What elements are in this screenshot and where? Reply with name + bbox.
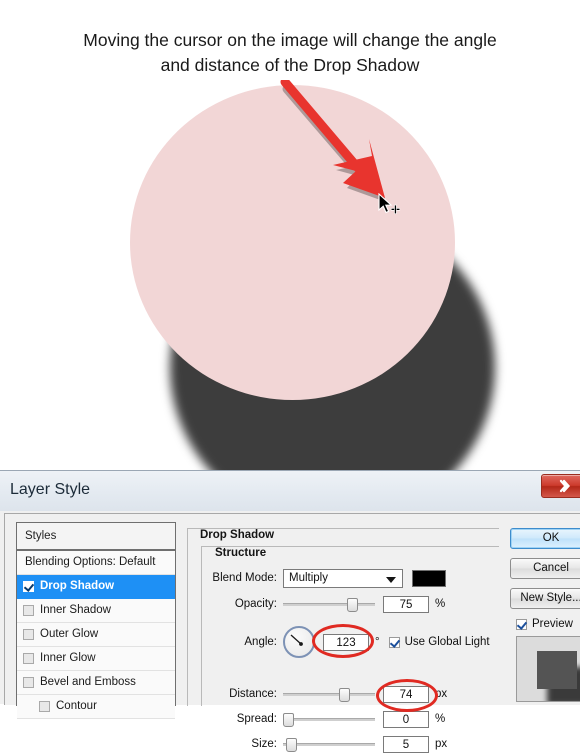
opacity-row: Opacity: 75 % bbox=[195, 594, 445, 614]
slider-track bbox=[283, 718, 375, 721]
shadow-color-swatch[interactable] bbox=[412, 569, 446, 587]
checkbox-preview[interactable] bbox=[516, 618, 527, 630]
blend-mode-select[interactable]: Multiply bbox=[283, 568, 403, 588]
slider-thumb[interactable] bbox=[283, 713, 294, 727]
move-cursor-icon bbox=[378, 193, 401, 215]
opacity-unit: % bbox=[435, 598, 446, 610]
caption-line-1: Moving the cursor on the image will chan… bbox=[83, 30, 497, 50]
use-global-light-label: Use Global Light bbox=[404, 636, 490, 648]
dialog-buttons: OK Cancel New Style... Preview bbox=[510, 528, 580, 702]
angle-label: Angle: bbox=[244, 636, 277, 648]
checkbox-inner-shadow[interactable] bbox=[23, 605, 34, 616]
new-style-button[interactable]: New Style... bbox=[510, 588, 580, 609]
checkbox-inner-glow[interactable] bbox=[23, 653, 34, 664]
slider-thumb[interactable] bbox=[347, 598, 358, 612]
dialog-title: Layer Style bbox=[10, 481, 91, 498]
spread-label: Spread: bbox=[236, 713, 277, 725]
spread-slider[interactable] bbox=[283, 712, 375, 727]
size-row: Size: 5 px bbox=[195, 734, 447, 754]
preview-label: Preview bbox=[532, 618, 573, 630]
caption-line-2: and distance of the Drop Shadow bbox=[160, 55, 420, 75]
dialog-body: Styles Blending Options: Default Drop Sh… bbox=[4, 513, 580, 753]
slider-track bbox=[283, 693, 375, 696]
spread-input[interactable]: 0 bbox=[383, 710, 429, 728]
distance-slider[interactable] bbox=[283, 687, 375, 702]
annotation-arrow-icon bbox=[280, 80, 386, 202]
style-item-label: Inner Shadow bbox=[40, 604, 111, 616]
thumbnail-square bbox=[537, 651, 577, 689]
size-unit: px bbox=[435, 738, 448, 750]
close-icon bbox=[559, 479, 571, 493]
annotation-ellipse-distance bbox=[376, 679, 438, 712]
style-item-bevel-and-emboss[interactable]: Bevel and Emboss bbox=[17, 671, 175, 695]
style-item-label: Bevel and Emboss bbox=[40, 676, 136, 688]
style-item-label: Blending Options: Default bbox=[25, 556, 156, 568]
checkbox-bevel-and-emboss[interactable] bbox=[23, 677, 34, 688]
ok-button[interactable]: OK bbox=[510, 528, 580, 549]
slider-thumb[interactable] bbox=[286, 738, 297, 752]
blend-mode-label: Blend Mode: bbox=[212, 572, 277, 584]
image-canvas[interactable] bbox=[0, 80, 580, 525]
close-button[interactable] bbox=[541, 474, 580, 498]
opacity-input[interactable]: 75 bbox=[383, 595, 429, 613]
checkbox-outer-glow[interactable] bbox=[23, 629, 34, 640]
style-item-label: Outer Glow bbox=[40, 628, 99, 640]
preview-checkbox-row[interactable]: Preview bbox=[516, 618, 580, 630]
group-drop-shadow-label: Drop Shadow bbox=[195, 529, 280, 541]
distance-label: Distance: bbox=[229, 688, 277, 700]
style-item-drop-shadow[interactable]: Drop Shadow bbox=[17, 575, 175, 599]
layer-style-dialog: Layer Style Styles Blending Options: Def… bbox=[0, 470, 580, 753]
dialog-titlebar[interactable]: Layer Style bbox=[0, 471, 580, 511]
styles-list[interactable]: Styles Blending Options: Default Drop Sh… bbox=[16, 522, 176, 719]
style-item-outer-glow[interactable]: Outer Glow bbox=[17, 623, 175, 647]
use-global-light-row[interactable]: Use Global Light bbox=[388, 636, 490, 648]
style-item-contour[interactable]: Contour bbox=[17, 695, 175, 719]
size-slider[interactable] bbox=[283, 737, 375, 752]
angle-dial[interactable] bbox=[283, 626, 315, 658]
checkbox-contour[interactable] bbox=[39, 701, 50, 712]
blend-mode-value: Multiply bbox=[289, 572, 328, 584]
group-structure-label: Structure bbox=[210, 547, 272, 559]
checkbox-drop-shadow[interactable] bbox=[23, 581, 34, 592]
style-item-label: Inner Glow bbox=[40, 652, 96, 664]
blend-mode-row: Blend Mode: Multiply bbox=[195, 568, 446, 588]
style-item-inner-glow[interactable]: Inner Glow bbox=[17, 647, 175, 671]
opacity-slider[interactable] bbox=[283, 597, 375, 612]
cancel-button[interactable]: Cancel bbox=[510, 558, 580, 579]
opacity-label: Opacity: bbox=[234, 598, 277, 610]
page-title: Moving the cursor on the image will chan… bbox=[0, 28, 580, 78]
chevron-down-icon bbox=[386, 576, 396, 583]
slider-track bbox=[283, 603, 375, 606]
spread-unit: % bbox=[435, 713, 446, 725]
slider-thumb[interactable] bbox=[339, 688, 350, 702]
size-label: Size: bbox=[251, 738, 277, 750]
style-item-label: Contour bbox=[56, 700, 97, 712]
style-item-blending-options[interactable]: Blending Options: Default bbox=[17, 551, 175, 575]
annotation-ellipse-angle bbox=[312, 624, 374, 658]
checkbox-use-global-light[interactable] bbox=[388, 636, 400, 648]
size-input[interactable]: 5 bbox=[383, 735, 429, 753]
style-item-inner-shadow[interactable]: Inner Shadow bbox=[17, 599, 175, 623]
spread-row: Spread: 0 % bbox=[195, 709, 445, 729]
angle-unit: ° bbox=[375, 636, 380, 648]
styles-list-header: Styles bbox=[17, 523, 175, 551]
preview-thumbnail bbox=[516, 636, 580, 702]
style-item-label: Drop Shadow bbox=[40, 580, 115, 592]
